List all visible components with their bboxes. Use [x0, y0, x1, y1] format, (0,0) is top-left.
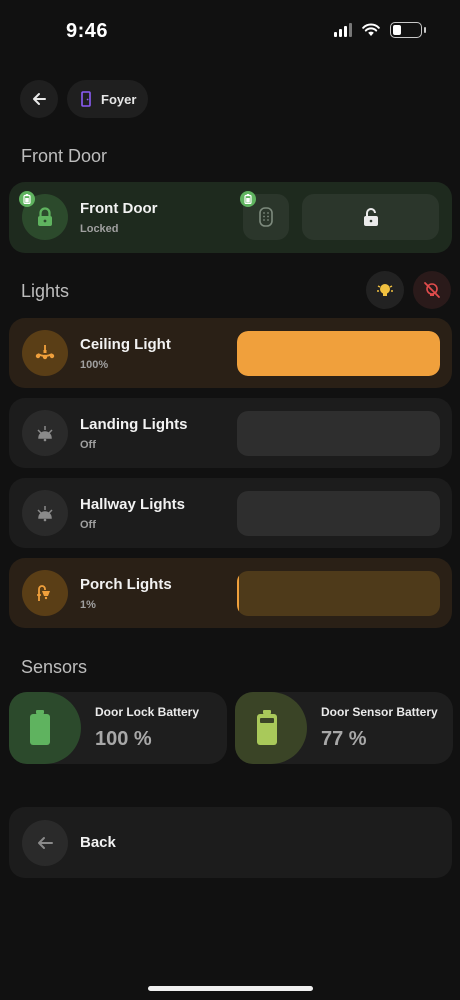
battery-badge-icon: [19, 191, 35, 207]
cellular-signal-icon: [334, 23, 352, 37]
section-title-front-door: Front Door: [21, 146, 108, 166]
battery-icon: [390, 22, 426, 38]
slider-fill: [237, 571, 239, 616]
status-icons: [334, 22, 426, 38]
back-card-label: Back: [80, 834, 116, 851]
keypad-lock-icon: [259, 207, 273, 227]
all-lights-off-button[interactable]: [413, 271, 451, 309]
top-nav: Foyer: [20, 80, 149, 118]
light-state: Off: [80, 439, 96, 451]
light-state: 1%: [80, 599, 96, 611]
sensor-name: Door Sensor Battery: [321, 705, 438, 719]
outdoor-lamp-icon: [37, 585, 50, 601]
brightness-slider[interactable]: [237, 331, 440, 376]
sensor-value: 100 %: [95, 728, 152, 750]
brightness-slider[interactable]: [237, 411, 440, 456]
light-name: Hallway Lights: [80, 496, 186, 513]
lightbulb-off-icon: [424, 282, 440, 298]
lock-open-icon: [363, 208, 378, 226]
light-state: 100%: [80, 359, 109, 371]
wifi-icon: [362, 23, 380, 36]
ceiling-light-toggle[interactable]: [22, 330, 68, 376]
ceiling-light-icon: [37, 426, 53, 442]
brightness-slider[interactable]: [237, 491, 440, 536]
section-title-lights: Lights: [21, 281, 70, 301]
home-indicator: [148, 986, 313, 991]
light-card-porch[interactable]: Porch Lights 1%: [9, 558, 452, 628]
battery-full-icon: [30, 710, 50, 745]
lock-closed-icon: [38, 207, 52, 226]
back-card-icon-circle: [22, 820, 68, 866]
sensor-name: Door Lock Battery: [95, 705, 200, 719]
room-chip[interactable]: Foyer: [67, 80, 149, 118]
light-name: Ceiling Light: [80, 336, 171, 353]
back-card[interactable]: Back: [9, 807, 452, 878]
lightbulb-group-icon: [377, 284, 393, 296]
arrow-left-icon: [33, 93, 46, 105]
sensor-value: 77 %: [321, 728, 367, 750]
light-name: Porch Lights: [80, 576, 172, 593]
section-title-sensors: Sensors: [21, 657, 88, 677]
light-card-hallway[interactable]: Hallway Lights Off: [9, 478, 452, 548]
light-card-landing[interactable]: Landing Lights Off: [9, 398, 452, 468]
clock: 9:46: [66, 20, 109, 42]
light-card-ceiling[interactable]: Ceiling Light 100%: [9, 318, 452, 388]
room-chip-label: Foyer: [101, 91, 137, 107]
landing-light-toggle[interactable]: [22, 410, 68, 456]
sensor-card-door-lock-battery[interactable]: Door Lock Battery 100 %: [9, 692, 227, 764]
front-door-state: Locked: [80, 223, 119, 235]
unlock-button[interactable]: [302, 194, 439, 240]
ceiling-light-icon: [37, 506, 53, 522]
light-state: Off: [80, 519, 96, 531]
all-lights-on-button[interactable]: [366, 271, 404, 309]
arrow-left-icon: [38, 837, 53, 849]
front-door-title: Front Door: [80, 200, 158, 217]
front-door-card[interactable]: Front Door Locked: [9, 182, 452, 253]
sensor-card-door-sensor-battery[interactable]: Door Sensor Battery 77 %: [235, 692, 453, 764]
chandelier-icon: [35, 345, 55, 360]
keypad-battery-badge-icon: [240, 191, 256, 207]
porch-light-toggle[interactable]: [22, 570, 68, 616]
brightness-slider[interactable]: [237, 571, 440, 616]
battery-partial-icon: [257, 710, 277, 745]
hallway-light-toggle[interactable]: [22, 490, 68, 536]
light-name: Landing Lights: [80, 416, 188, 433]
back-button[interactable]: [20, 80, 58, 118]
door-icon: [81, 91, 91, 107]
status-bar: 9:46: [0, 0, 460, 60]
slider-fill: [237, 331, 440, 376]
